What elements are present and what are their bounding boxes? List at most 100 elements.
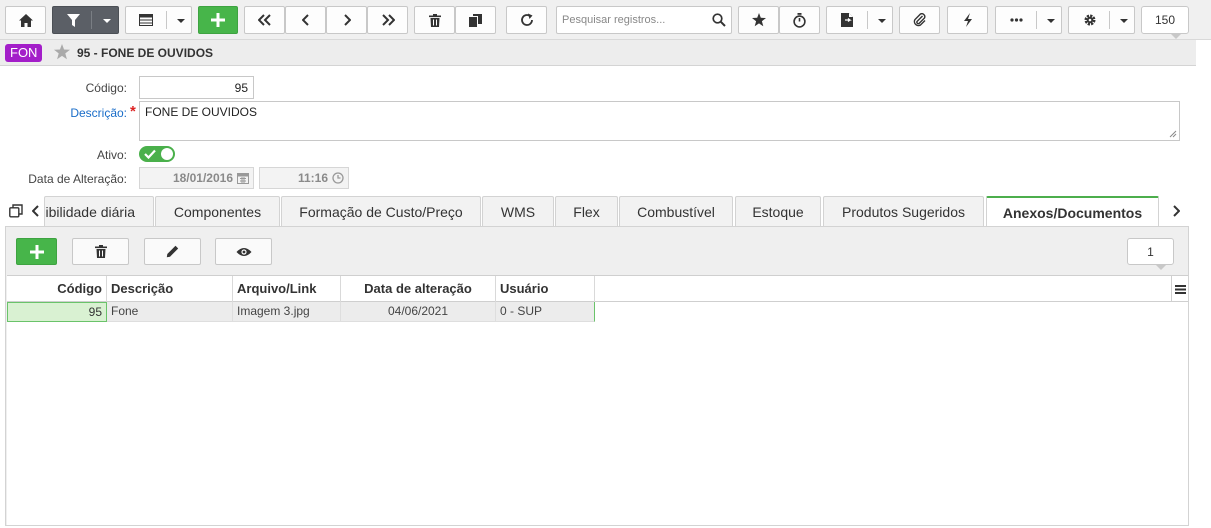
column-header-data-alteracao[interactable]: Data de alteração [341, 276, 496, 302]
eye-icon [236, 247, 251, 256]
add-attachment-button[interactable] [16, 238, 57, 265]
column-header-codigo[interactable]: Código [7, 276, 107, 302]
tab-flex[interactable]: Flex [555, 196, 618, 226]
column-menu-button[interactable] [1171, 276, 1188, 302]
codigo-field[interactable]: 95 [139, 76, 254, 99]
date-value: 18/01/2016 [172, 171, 233, 185]
codigo-label: Código: [85, 81, 127, 95]
detach-tab-button[interactable] [9, 196, 23, 226]
last-record-button[interactable] [367, 6, 408, 34]
star-icon [751, 13, 766, 27]
trash-icon [428, 13, 441, 27]
previous-record-button[interactable] [285, 6, 326, 34]
chevron-left-icon [301, 14, 309, 26]
tab-wms[interactable]: WMS [482, 196, 554, 226]
column-header-descricao[interactable]: Descrição [107, 276, 233, 302]
page-title: 95 - FONE DE OUVIDOS [77, 46, 214, 60]
chevron-down-icon[interactable] [1047, 19, 1055, 23]
descricao-label[interactable]: Descrição: [40, 106, 127, 120]
home-button[interactable] [5, 6, 46, 34]
delete-record-button[interactable] [414, 6, 455, 34]
table-header: Código Descrição Arquivo/Link Data de al… [7, 276, 1188, 302]
tab-label: WMS [500, 203, 536, 220]
cell-usuario[interactable]: 0 - SUP [496, 302, 595, 322]
stopwatch-icon [793, 12, 806, 28]
tab-componentes[interactable]: Componentes [155, 196, 280, 226]
refresh-icon [520, 13, 533, 26]
duplicate-record-button[interactable] [455, 6, 496, 34]
settings-button[interactable] [1068, 6, 1135, 34]
first-record-button[interactable] [244, 6, 285, 34]
attachment-count-badge: 1 [1127, 238, 1174, 270]
tabs-scroll-left-button[interactable] [32, 196, 40, 226]
search-box [556, 6, 732, 34]
next-record-button[interactable] [326, 6, 367, 34]
descricao-field[interactable]: FONE DE OUVIDOS [139, 101, 1180, 141]
tab-label: Anexos/Documentos [1002, 204, 1143, 221]
cell-descricao[interactable]: Fone [107, 302, 233, 322]
data-alteracao-label: Data de Alteração: [28, 172, 127, 186]
favorite-button[interactable] [738, 6, 779, 34]
calendar-icon [237, 173, 249, 184]
tab-produtos-sugeridos[interactable]: Produtos Sugeridos [823, 196, 984, 226]
chevron-down-icon[interactable] [878, 19, 886, 23]
favorite-star-icon[interactable] [54, 44, 70, 60]
ativo-toggle[interactable] [139, 146, 175, 162]
refresh-button[interactable] [506, 6, 547, 34]
column-header-arquivo[interactable]: Arquivo/Link [233, 276, 341, 302]
main-toolbar: 150 [0, 0, 1211, 40]
home-icon [18, 13, 33, 27]
tab-estoque[interactable]: Estoque [735, 196, 821, 226]
cell-arquivo[interactable]: Imagem 3.jpg [233, 302, 341, 322]
chevron-down-icon[interactable] [177, 19, 185, 23]
chevron-down-icon[interactable] [103, 19, 111, 23]
filter-icon [67, 13, 80, 27]
tab-combustivel[interactable]: Combustível [619, 196, 733, 226]
anexos-panel: 1 Código Descrição Arquivo/Link Data de … [5, 226, 1189, 526]
view-attachment-button[interactable] [215, 238, 272, 265]
ativo-label: Ativo: [96, 148, 127, 162]
data-alteracao-date-field: 18/01/2016 [139, 167, 254, 189]
trash-icon [94, 245, 107, 258]
tab-label: ibilidade diária [45, 203, 135, 220]
tab-anexos-documentos[interactable]: Anexos/Documentos [986, 196, 1159, 227]
tab-label: Estoque [752, 203, 804, 220]
more-options-button[interactable] [995, 6, 1062, 34]
clock-icon [332, 172, 344, 184]
add-record-button[interactable] [198, 6, 238, 34]
view-mode-button[interactable] [125, 6, 192, 34]
resize-grip-icon[interactable] [1169, 130, 1177, 138]
toggle-knob [161, 148, 173, 160]
attachments-table: Código Descrição Arquivo/Link Data de al… [7, 275, 1188, 525]
tab-label: Produtos Sugeridos [842, 203, 965, 220]
attachment-button[interactable] [899, 6, 940, 34]
tab-formacao-custo-preco[interactable]: Formação de Custo/Preço [281, 196, 481, 226]
hamburger-icon [1174, 284, 1186, 294]
cell-codigo[interactable]: 95 [7, 302, 107, 322]
quick-action-button[interactable] [947, 6, 988, 34]
paperclip-icon [913, 13, 925, 27]
lightning-icon [963, 13, 972, 27]
chevron-right-icon [343, 14, 351, 26]
tab-disponibilidade-diaria[interactable]: ibilidade diária [44, 196, 154, 226]
copy-window-icon [9, 204, 23, 218]
tabs-scroll-right-button[interactable] [1172, 196, 1180, 226]
search-icon[interactable] [712, 13, 726, 27]
chevron-down-icon[interactable] [1120, 19, 1128, 23]
filter-button[interactable] [52, 6, 119, 34]
page-scrollbar[interactable] [1196, 40, 1211, 528]
report-file-icon [841, 13, 853, 27]
pencil-icon [166, 245, 179, 258]
edit-attachment-button[interactable] [144, 238, 201, 265]
report-button[interactable] [826, 6, 893, 34]
cell-data-alteracao[interactable]: 04/06/2021 [341, 302, 496, 322]
delete-attachment-button[interactable] [72, 238, 129, 265]
tab-bar: ibilidade diária Componentes Formação de… [0, 196, 1196, 227]
timer-button[interactable] [779, 6, 820, 34]
tab-label: Flex [573, 203, 600, 220]
check-icon [144, 149, 156, 159]
search-input[interactable] [557, 7, 707, 33]
required-asterisk: * [130, 103, 136, 120]
tab-label: Componentes [173, 203, 262, 220]
column-header-usuario[interactable]: Usuário [496, 276, 595, 302]
